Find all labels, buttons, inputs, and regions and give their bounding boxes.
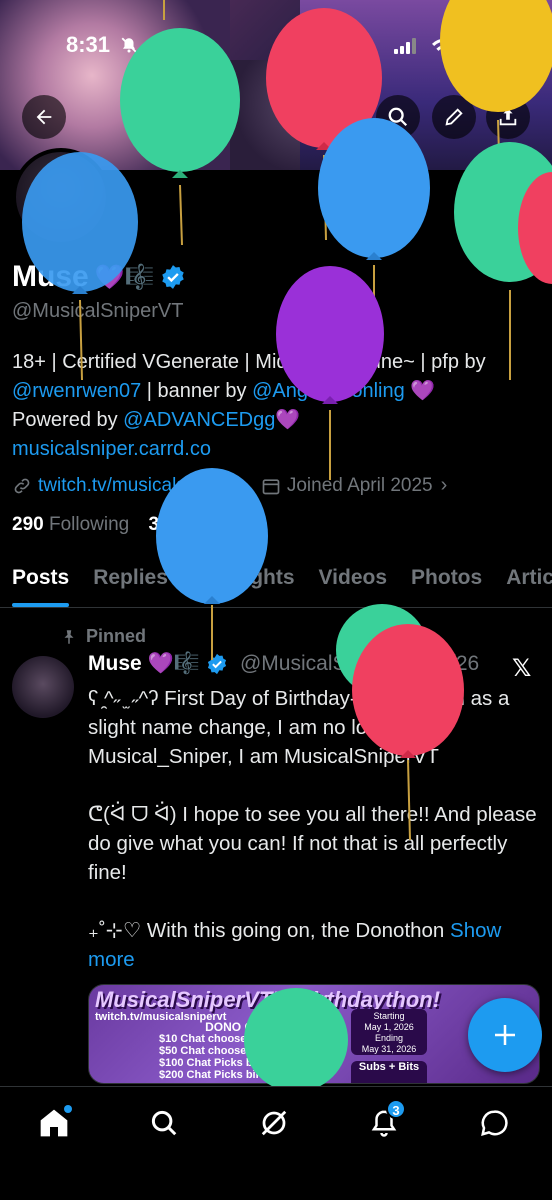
nav-search[interactable] [144, 1103, 184, 1143]
profile-handle: @MusicalSniperVT [12, 300, 184, 322]
profile-link[interactable]: twitch.tv/musicalsnipervt [38, 475, 243, 497]
tab-photos[interactable]: Photos [399, 556, 494, 607]
bio-heart: 💜 [404, 380, 436, 402]
signal-icon [394, 38, 416, 54]
joined-date: Joined April 2025 [286, 474, 433, 496]
post-paragraph-2: ᕦ(ᐛ ᗜ ᐛ) I hope to see you all there!! A… [88, 803, 537, 884]
back-button[interactable] [22, 95, 66, 139]
verified-badge-icon[interactable] [160, 264, 186, 290]
share-button[interactable] [486, 95, 530, 139]
image-dates-box: Starting May 1, 2026 Ending May 31, 2026 [351, 1009, 427, 1055]
nav-messages[interactable] [474, 1103, 514, 1143]
calendar-icon [262, 478, 280, 494]
profile-bio: 18+ | Certified VGenerate | Midnight Kit… [12, 348, 542, 464]
tab-videos[interactable]: Videos [307, 556, 399, 607]
followers-label: Followers [185, 514, 267, 535]
starting-label: Starting [373, 1011, 405, 1021]
following-count: 290 [12, 514, 44, 535]
follow-counts: 290 Following 399 Followers [12, 514, 267, 536]
nav-home[interactable] [34, 1103, 74, 1143]
compose-button[interactable] [468, 998, 542, 1072]
nav-notifications[interactable]: 3 [364, 1099, 406, 1143]
start-date: May 1, 2026 [364, 1022, 414, 1032]
search-icon [151, 1110, 177, 1136]
pin-icon [64, 629, 74, 644]
post-author-name[interactable]: Muse [88, 652, 142, 676]
bio-website-link[interactable]: musicalsniper.carrd.co [12, 438, 211, 460]
balloon [454, 142, 552, 380]
nav-grok[interactable] [254, 1103, 294, 1143]
profile-name: Muse [12, 260, 89, 293]
bio-text-mid: | banner by [141, 380, 253, 402]
verified-badge-icon [207, 653, 227, 675]
wifi-icon [432, 38, 458, 54]
profile-name-row: Muse 💜🎼 [12, 260, 186, 294]
goal-item: $100 Chat Picks birthday lunch [159, 1057, 322, 1069]
post-body[interactable]: ʕ ̯^˶ ̫ ˶^ʔ First Day of Birthday-thon a… [88, 684, 544, 974]
status-bar: 8:31 100 [0, 26, 552, 66]
link-icon [14, 478, 30, 493]
profile-tabs: Posts Replies Highlights Videos Photos A… [0, 556, 552, 608]
post-paragraph-1: ʕ ̯^˶ ̫ ˶^ʔ First Day of Birthday-thon a… [88, 687, 510, 768]
notifications-badge: 3 [386, 1099, 406, 1119]
bio-heart-2: 💜 [275, 409, 301, 431]
profile-meta: twitch.tv/musicalsnipervt Joined April 2… [12, 474, 447, 497]
followers-count: 399 [148, 514, 181, 535]
end-date: May 31, 2026 [361, 1044, 417, 1054]
bio-mention-pfp[interactable]: @rwenrwen07 [12, 380, 141, 402]
chat-bubble-icon [481, 1110, 508, 1137]
following-label: Following [48, 514, 130, 535]
silent-mode-icon [121, 37, 137, 53]
edit-button[interactable] [432, 95, 476, 139]
grok-button[interactable] [320, 95, 364, 139]
tab-replies[interactable]: Replies [81, 556, 180, 607]
goal-item: $200 Chat Picks birthday dinner [159, 1069, 326, 1081]
grok-icon [334, 109, 350, 125]
goal-item: $50 Chat chooses Twitter Post [159, 1045, 318, 1057]
post-header: Muse 💜🎼 @MusicalSniperVT · 4/26 [88, 652, 479, 676]
ending-label: Ending [374, 1033, 404, 1043]
tab-highlights[interactable]: Highlights [180, 556, 307, 607]
goal-item: $10 Chat chooses Discord Status [159, 1033, 334, 1045]
battery-indicator: 100 [466, 34, 502, 56]
chevron-right-icon[interactable]: › [441, 474, 448, 497]
share-icon [499, 108, 517, 126]
image-goals: DONO GOALS $10 Chat chooses Discord Stat… [159, 1021, 333, 1081]
tab-articles[interactable]: Articles [494, 556, 552, 607]
home-unread-dot [64, 1105, 72, 1113]
grok-icon [261, 1110, 287, 1136]
post-author-emoji: 💜🎼 [147, 652, 200, 675]
image-subs: Subs + Bits [351, 1061, 427, 1083]
post-avatar[interactable] [12, 656, 74, 718]
status-time: 8:31 [66, 32, 111, 57]
goals-title: DONO GOALS [205, 1020, 288, 1034]
search-icon [388, 107, 408, 127]
pinned-indicator: Pinned [60, 626, 146, 647]
following-link[interactable]: 290 Following [12, 514, 129, 535]
pinned-label: Pinned [86, 626, 147, 646]
plus-icon [495, 1025, 515, 1045]
bio-text: 18+ | Certified VGenerate | Midnight Kit… [12, 351, 486, 373]
bottom-navigation: 3 [0, 1086, 552, 1200]
name-emoji: 💜🎼 [94, 263, 155, 291]
back-arrow-icon [36, 109, 52, 125]
followers-link[interactable]: 399 Followers [149, 514, 267, 535]
post-paragraph-3-text: ₊˚⊹♡ With this going on, the Donothon [88, 919, 451, 942]
bio-powered-by: Powered by [12, 409, 124, 431]
x-logo-icon: 𝕏 [512, 655, 532, 682]
profile-avatar[interactable] [12, 148, 110, 246]
search-button[interactable] [376, 95, 420, 139]
tab-posts[interactable]: Posts [0, 556, 81, 607]
bio-mention-sponsor[interactable]: @ADVANCEDgg [123, 409, 275, 431]
post-author-handle: @MusicalSniperVT · 4/26 [239, 652, 480, 675]
bio-mention-banner[interactable]: @AngelMoonling [252, 380, 405, 402]
post-paragraph-3: ₊˚⊹♡ With this going on, the Donothon Sh… [88, 916, 544, 974]
pencil-icon [445, 108, 463, 126]
